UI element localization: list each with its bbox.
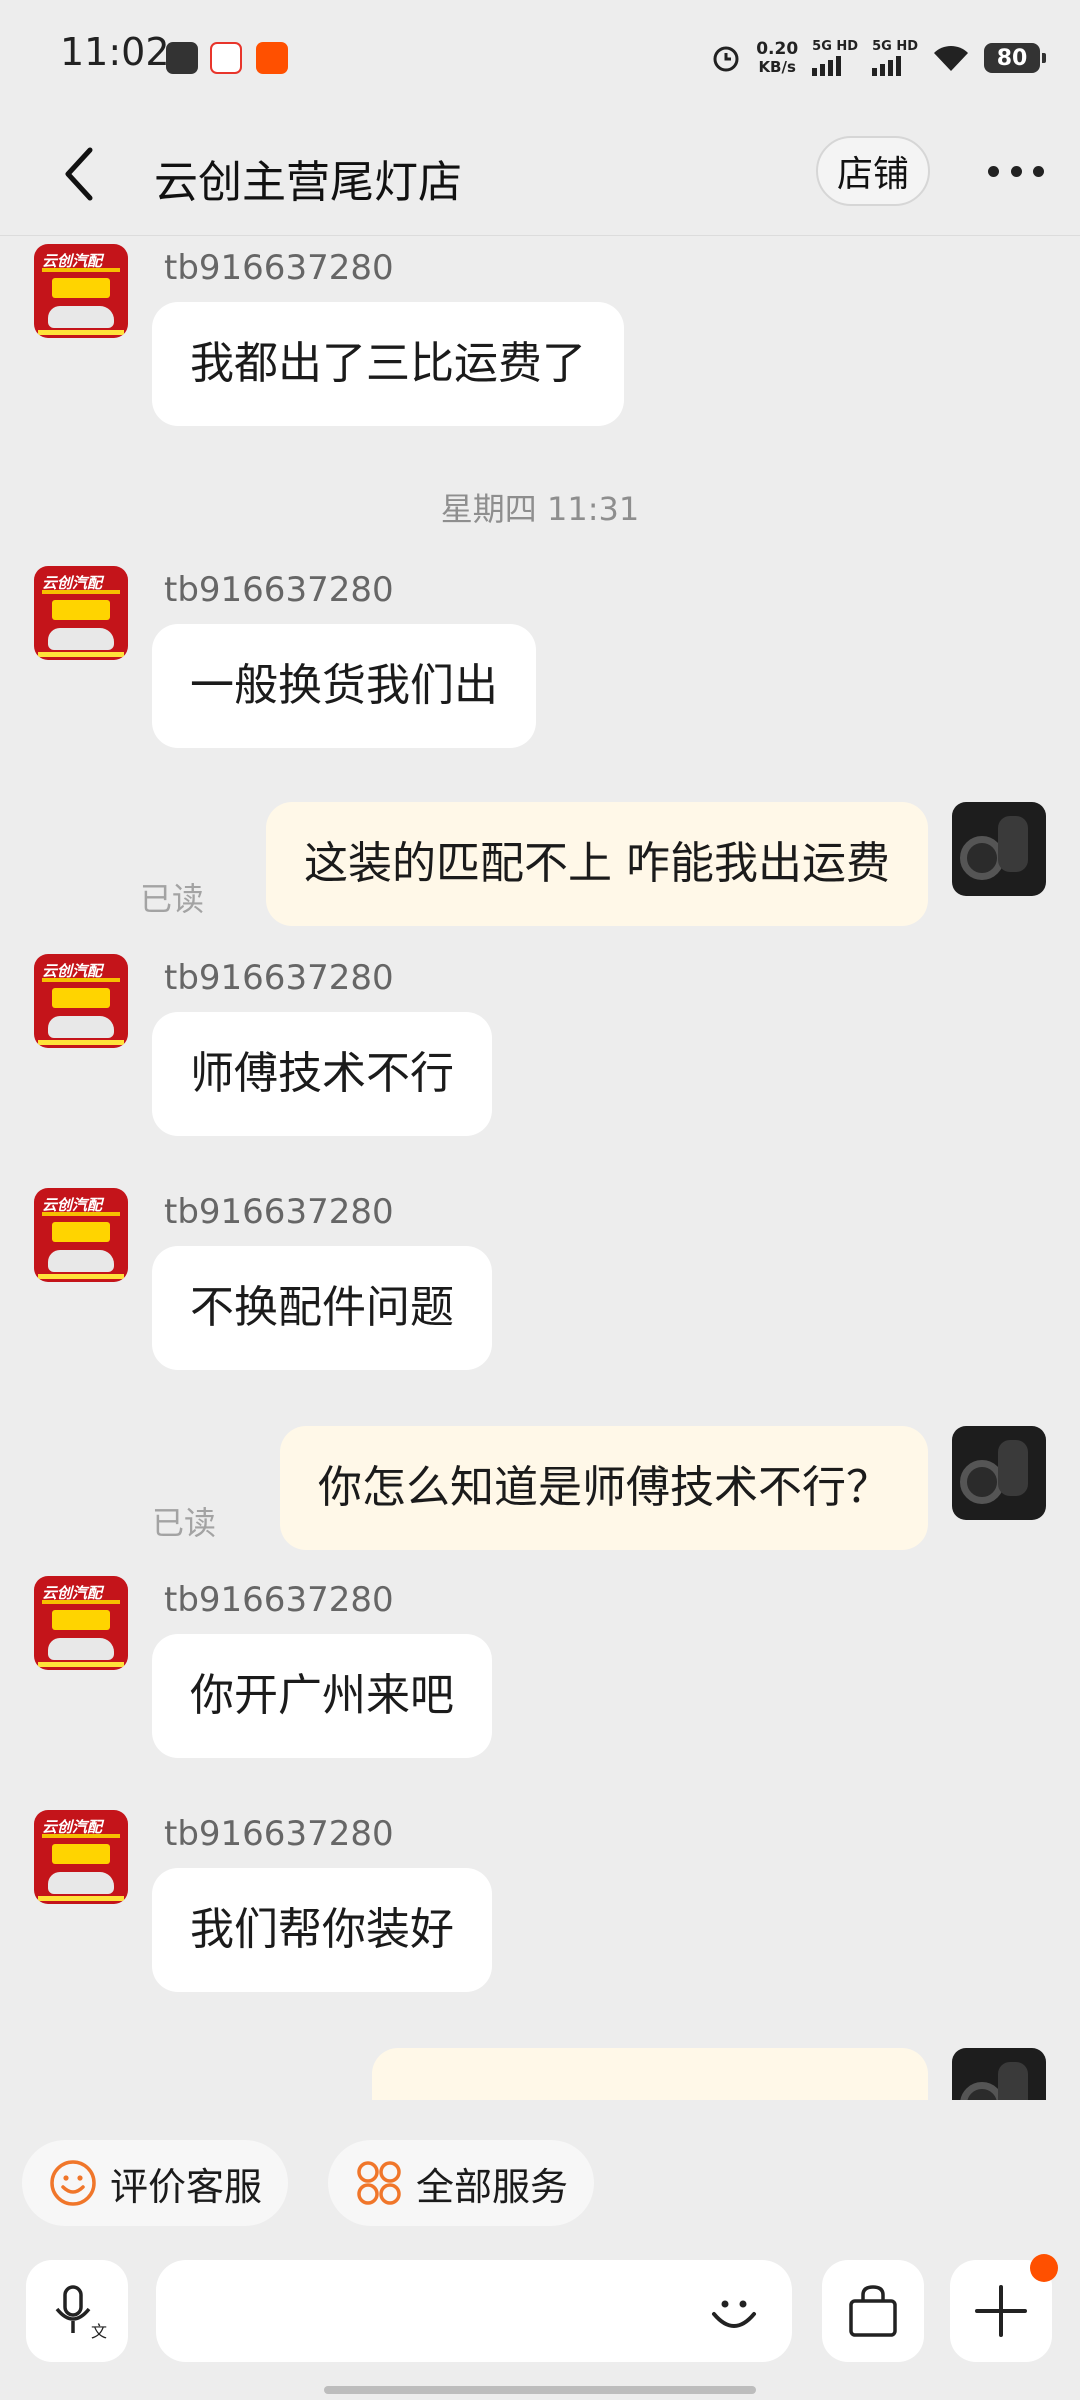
read-status: 已读: [152, 1504, 217, 1542]
smiley-icon: [50, 2160, 96, 2206]
sender-name: tb916637280: [164, 570, 394, 610]
signal-1: 5G HD: [812, 40, 858, 76]
microphone-translate-icon: 文: [55, 2285, 107, 2341]
taobao-app-icon: [256, 42, 288, 74]
all-services-button[interactable]: 全部服务: [328, 2140, 595, 2226]
message-bubble[interactable]: 你开广州来吧: [152, 1634, 492, 1758]
signal-2: 5G HD: [872, 40, 918, 76]
voice-input-button[interactable]: 文: [26, 2260, 128, 2362]
status-time: 11:02: [60, 30, 170, 74]
page-title: 云创主营尾灯店: [154, 157, 462, 208]
back-arrow-icon[interactable]: [56, 144, 106, 204]
all-services-label: 全部服务: [416, 2164, 569, 2209]
timestamp-divider: 星期四 11:31: [440, 490, 640, 528]
sender-name: tb916637280: [164, 248, 394, 288]
status-indicators: 0.20 KB/s 5G HD 5G HD 80: [710, 34, 1046, 82]
user-avatar[interactable]: [952, 802, 1046, 896]
sender-name: tb916637280: [164, 958, 394, 998]
user-avatar[interactable]: [952, 1426, 1046, 1520]
net-speed-unit: KB/s: [758, 58, 796, 76]
home-indicator[interactable]: [324, 2386, 756, 2394]
wifi-icon: [934, 45, 968, 71]
rate-service-button[interactable]: 评价客服: [22, 2140, 289, 2226]
rate-service-label: 评价客服: [110, 2164, 263, 2209]
signal-bars-icon: [872, 54, 918, 76]
more-options-icon[interactable]: [988, 166, 1044, 180]
net-type-2: 5G HD: [872, 39, 918, 54]
plus-icon: [975, 2285, 1027, 2337]
message-bubble[interactable]: 你怎么知道是师傅技术不行？: [280, 1426, 928, 1550]
message-bubble[interactable]: 一般换货我们出: [152, 624, 536, 748]
chat-header: 云创主营尾灯店 店铺: [0, 110, 1080, 236]
message-bubble[interactable]: 我们帮你装好: [152, 1868, 492, 1992]
notification-dot: [1030, 2254, 1058, 2282]
weibo-app-icon: [210, 42, 242, 74]
message-bubble[interactable]: 不换配件问题: [152, 1246, 492, 1370]
svg-text:文: 文: [91, 2322, 107, 2341]
chat-messages[interactable]: 云创汽配 tb916637280 我都出了三比运费了 星期四 11:31 云创汽…: [0, 236, 1080, 2100]
net-type-1: 5G HD: [812, 39, 859, 54]
sender-name: tb916637280: [164, 1814, 394, 1854]
net-speed-value: 0.20: [756, 39, 799, 59]
status-bar: 11:02 0.20 KB/s 5G HD 5G HD 80: [0, 0, 1080, 110]
shop-avatar[interactable]: 云创汽配: [34, 954, 128, 1048]
read-status: 已读: [140, 880, 205, 918]
shop-avatar[interactable]: 云创汽配: [34, 1188, 128, 1282]
mail-app-icon: [166, 42, 198, 74]
shop-avatar[interactable]: 云创汽配: [34, 566, 128, 660]
sender-name: tb916637280: [164, 1580, 394, 1620]
message-bubble[interactable]: 我都出了三比运费了: [152, 302, 624, 426]
shop-avatar[interactable]: 云创汽配: [34, 1810, 128, 1904]
battery-indicator: 80: [984, 43, 1046, 73]
alarm-icon: [713, 46, 739, 72]
sender-name: tb916637280: [164, 1192, 394, 1232]
grid-icon: [357, 2161, 401, 2205]
user-avatar[interactable]: [952, 2048, 1046, 2100]
message-bubble[interactable]: 师傅技术不行: [152, 1012, 492, 1136]
network-speed: 0.20 KB/s: [756, 40, 798, 76]
emoji-icon[interactable]: [706, 2284, 762, 2340]
shopping-bag-icon: [849, 2285, 897, 2337]
shop-avatar[interactable]: 云创汽配: [34, 244, 128, 338]
input-bar: 文: [0, 2250, 1080, 2400]
message-bubble-partial[interactable]: [372, 2048, 928, 2100]
signal-bars-icon: [812, 54, 858, 76]
more-actions-button[interactable]: [950, 2254, 1058, 2362]
shop-avatar[interactable]: 云创汽配: [34, 1576, 128, 1670]
order-bag-button[interactable]: [822, 2260, 924, 2362]
message-bubble[interactable]: 这装的匹配不上 咋能我出运费: [266, 802, 928, 926]
shop-button[interactable]: 店铺: [816, 136, 930, 206]
message-input[interactable]: [156, 2260, 792, 2362]
